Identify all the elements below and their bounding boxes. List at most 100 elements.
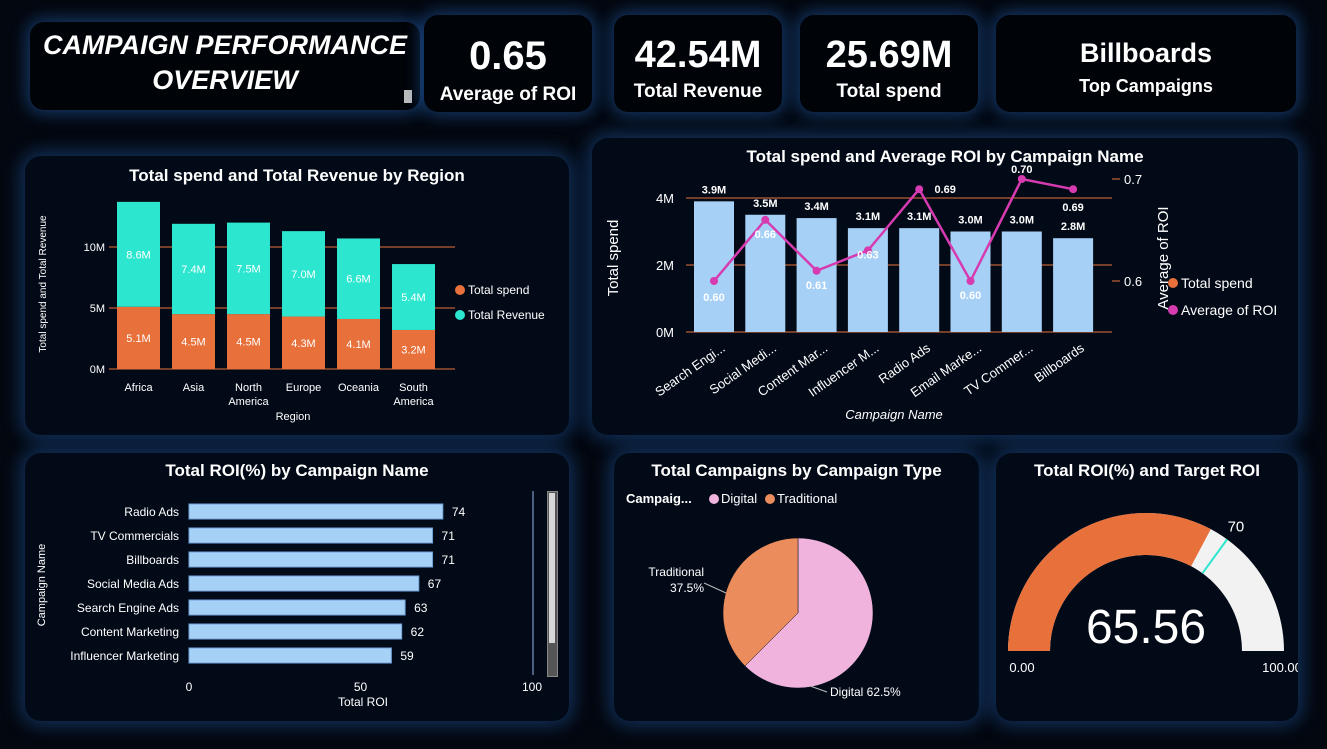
roi-point — [966, 277, 975, 285]
roi-point — [710, 277, 718, 285]
y-tick-label: Search Engine Ads — [77, 601, 179, 615]
roi-point — [812, 266, 821, 275]
x-tick-label: 50 — [354, 680, 368, 694]
roi-by-campaign-chart: Radio Ads 74 TV Commercials 71 Billboards 71 S… — [36, 491, 542, 709]
y-tick-label: Radio Ads — [124, 505, 179, 519]
data-label: 37.5% — [670, 581, 704, 595]
roi-by-campaign-panel: Total ROI(%) by Campaign Name Radio Ads 7… — [25, 453, 569, 721]
kpi-top-value: Billboards — [1079, 38, 1213, 68]
scrollbar-thumb[interactable] — [549, 493, 555, 643]
campaign-type-panel: Total Campaigns by Campaign Type Campaig… — [614, 453, 979, 721]
kpi-revenue-value: 42.54M — [634, 34, 762, 76]
x-axis-title: Total ROI — [338, 695, 388, 709]
y-tick-label: 4M — [656, 191, 674, 206]
x-axis-title: Region — [276, 411, 311, 423]
roi-bar — [188, 527, 434, 544]
campaign-spend-roi-panel: Total spend and Average ROI by Campaign … — [592, 138, 1298, 435]
data-label: 71 — [442, 529, 456, 543]
data-label-spend: 3.5M — [753, 198, 777, 210]
data-label-spend: 4.5M — [236, 337, 260, 349]
x-tick-label: Asia — [183, 382, 205, 394]
data-label-spend: 3.4M — [804, 201, 828, 213]
legend-marker — [765, 494, 775, 504]
region-chart-panel: Total spend and Total Revenue by Region … — [25, 156, 569, 435]
roi-point — [1069, 185, 1078, 194]
data-label-spend: 2.8M — [1061, 221, 1085, 233]
legend-marker — [709, 494, 719, 504]
data-label-roi: 0.69 — [1062, 202, 1083, 214]
data-label: 63 — [414, 601, 428, 615]
leader-line — [703, 582, 727, 594]
x-tick-label: 0 — [186, 680, 193, 694]
data-label-roi: 0.69 — [934, 184, 955, 196]
data-label-roi: 0.61 — [806, 280, 827, 292]
data-label: 71 — [442, 553, 456, 567]
roi-bar — [188, 575, 420, 592]
legend-marker — [455, 285, 465, 295]
y-tick-label: 0M — [656, 325, 674, 340]
data-label-roi: 0.60 — [960, 290, 981, 302]
data-label-spend: 4.5M — [181, 337, 205, 349]
legend-title: Campaig... — [626, 491, 692, 506]
data-label-roi: 0.63 — [857, 249, 878, 261]
legend-marker — [1168, 278, 1178, 288]
x-tick-label: Europe — [286, 382, 321, 394]
kpi-top-campaign-card: Billboards Top Campaigns — [996, 15, 1296, 112]
data-label: 74 — [452, 505, 466, 519]
y-right-tick-label: 0.7 — [1124, 172, 1142, 187]
kpi-total-spend-card: 25.69M Total spend — [800, 15, 978, 112]
kpi-roi-label: Average of ROI — [439, 84, 577, 105]
bar-spend — [847, 228, 888, 332]
data-label-revenue: 7.0M — [291, 269, 315, 281]
legend-label: Total spend — [1181, 275, 1253, 291]
kpi-revenue-label: Total Revenue — [633, 81, 763, 102]
roi-bar — [188, 503, 444, 520]
y-tick-label: 10M — [84, 242, 105, 254]
data-label-roi: 0.66 — [755, 229, 776, 241]
roi-gauge-panel: Total ROI(%) and Target ROI 70 65.56 0.00 1… — [996, 453, 1298, 721]
y-tick-label: Influencer Marketing — [70, 649, 179, 663]
x-tick-label: America — [228, 396, 269, 408]
legend-label: Average of ROI — [1181, 302, 1277, 318]
data-label-spend: 3.0M — [1010, 215, 1034, 227]
x-tick-label: 100 — [522, 680, 542, 694]
legend-marker — [1168, 305, 1178, 315]
data-label-spend: 3.2M — [401, 344, 425, 356]
data-label-spend: 5.1M — [126, 333, 150, 345]
roi-point — [761, 215, 770, 224]
data-label-spend: 3.1M — [907, 211, 931, 223]
y-axis-title: Total spend — [605, 220, 622, 297]
region-chart: 0M 5M 10M 5.1M 8.6M Africa 4.5M 7.4M Asia 4.5M 7.5… — [38, 201, 545, 423]
x-tick-label: Billboards — [1031, 340, 1087, 385]
scroll-indicator — [404, 90, 412, 103]
dashboard-title-card: CAMPAIGN PERFORMANCE OVERVIEW — [30, 22, 420, 110]
dashboard-title-line1: CAMPAIGN PERFORMANCE — [43, 30, 407, 60]
gauge-max-label: 100.00 — [1262, 660, 1298, 675]
bar-spend — [899, 228, 940, 332]
bar-spend — [1001, 231, 1042, 332]
data-label-spend: 3.1M — [856, 211, 880, 223]
data-label-roi: 0.60 — [703, 292, 724, 304]
roi-point — [915, 185, 924, 194]
legend-label: Digital — [721, 491, 757, 506]
y-right-axis-title: Average of ROI — [1155, 206, 1172, 309]
data-label: 67 — [428, 577, 442, 591]
gauge-value: 65.56 — [1086, 601, 1206, 654]
roi-point — [1017, 175, 1026, 183]
y-tick-label: 5M — [90, 303, 105, 315]
data-label-spend: 4.1M — [346, 339, 370, 351]
y-axis-title: Total spend and Total Revenue — [38, 215, 49, 353]
leader-line — [809, 685, 828, 693]
campaign-type-chart: Campaig... Digital Traditional Traditional 3… — [626, 491, 901, 699]
data-label: Digital 62.5% — [830, 685, 901, 699]
x-tick-label: South — [399, 382, 428, 394]
data-label-revenue: 7.5M — [236, 263, 260, 275]
data-label-spend: 3.9M — [702, 184, 726, 196]
x-tick-label: America — [393, 396, 434, 408]
y-tick-label: 2M — [656, 258, 674, 273]
y-tick-label: TV Commercials — [90, 529, 179, 543]
legend-label: Total Revenue — [468, 308, 545, 322]
x-axis-title: Campaign Name — [845, 407, 943, 422]
x-tick-label: Oceania — [338, 382, 380, 394]
kpi-average-roi-card: 0.65 Average of ROI — [424, 15, 592, 112]
